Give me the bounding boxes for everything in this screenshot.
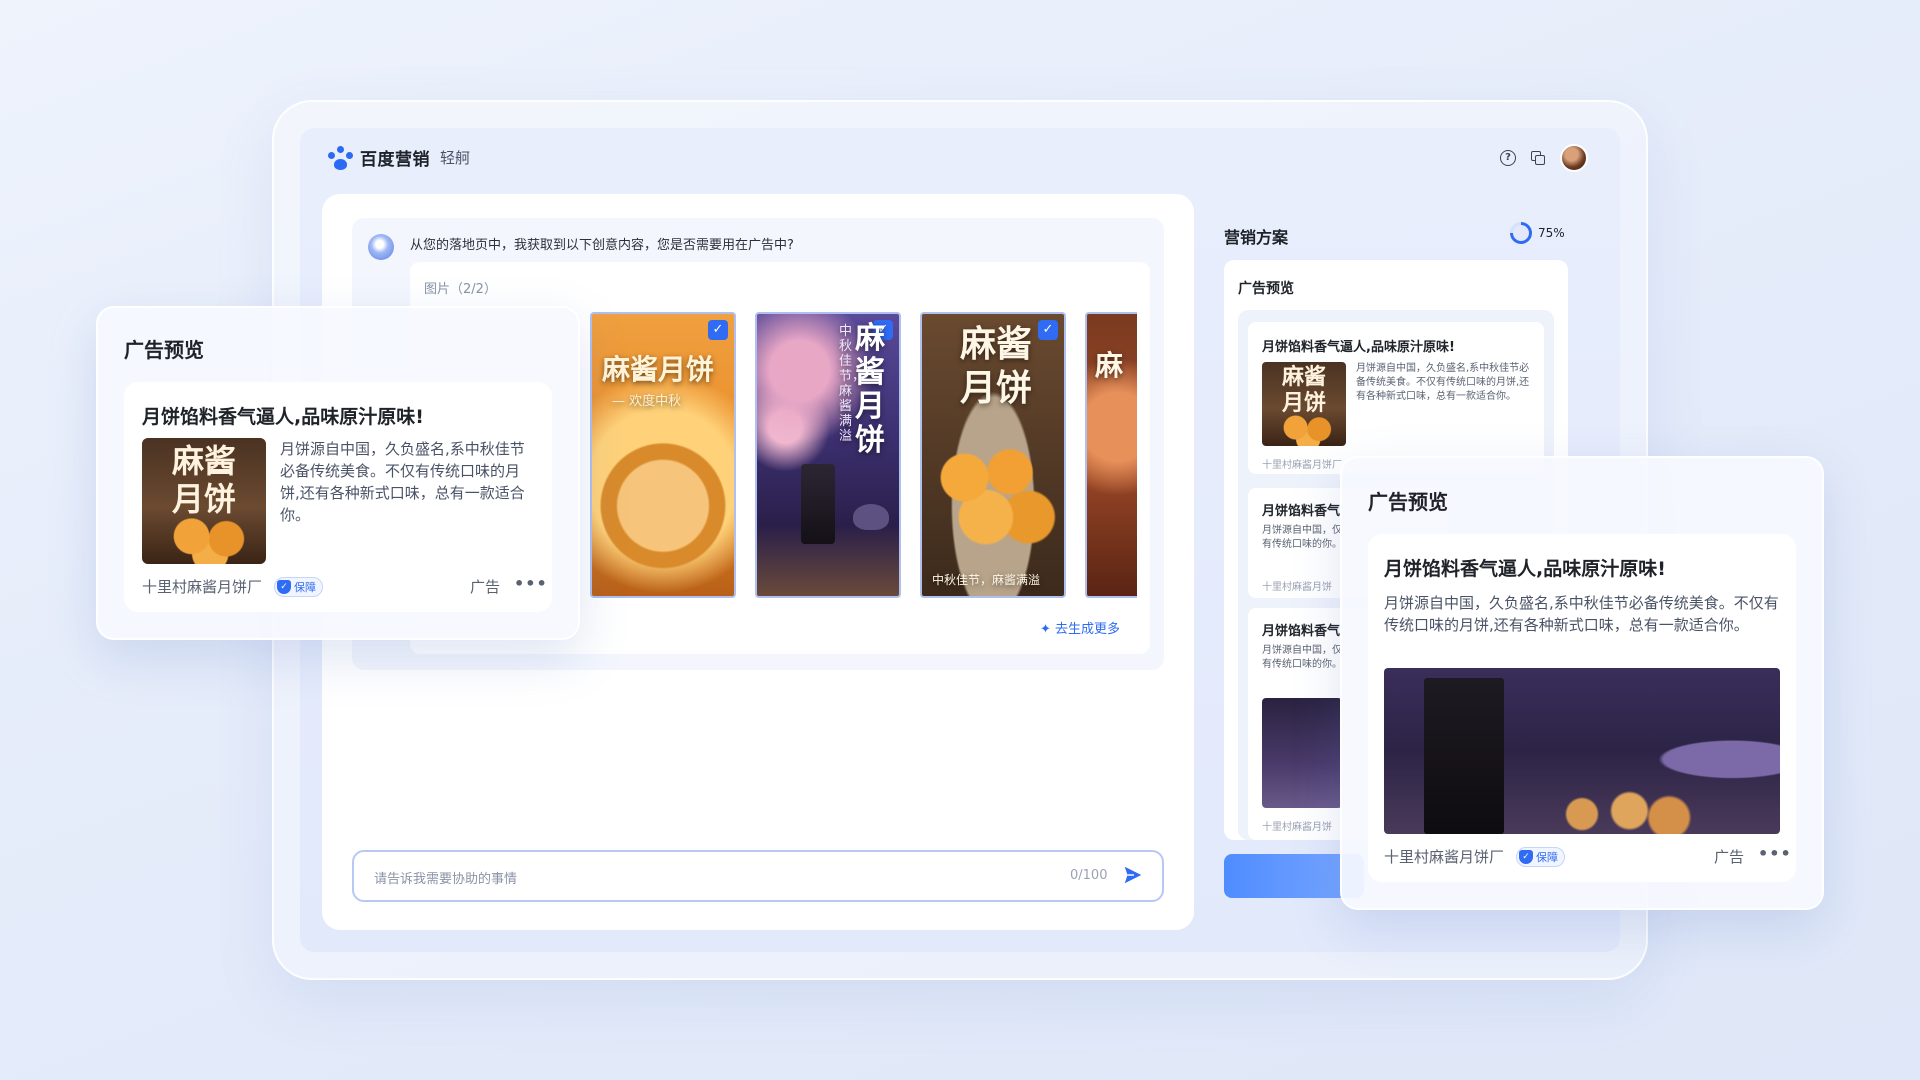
- poster-title: 麻酱月饼: [959, 323, 1032, 409]
- bot-message-text: 从您的落地页中，我获取到以下创意内容，您是否需要用在广告中?: [410, 238, 794, 253]
- poster-item[interactable]: ✓ 麻酱月饼 — 欢度中秋: [590, 312, 736, 598]
- poster-item[interactable]: ✓ 麻酱月饼 中秋佳节，麻酱满溢: [920, 312, 1066, 598]
- mini-ad-text: 月饼源自中国，仅有传统口味的你。: [1262, 645, 1342, 670]
- teapot-shape: [853, 504, 889, 530]
- ad-description: 月饼源自中国，久负盛名,系中秋佳节必备传统美食。不仅有传统口味的月饼,还有各种新…: [280, 440, 525, 524]
- poster-title: 麻: [1095, 349, 1124, 382]
- shield-check-icon: ✓: [277, 579, 292, 594]
- mini-ad-text: 月饼源自中国，久负盛名,系中秋佳节必备传统美食。不仅有传统口味的月饼,还有各种新…: [1356, 363, 1530, 402]
- progress-ring-icon: [1510, 222, 1532, 244]
- product-name: 轻舸: [440, 149, 471, 167]
- mini-ad-title: 月饼馅料香气: [1262, 624, 1341, 639]
- user-avatar[interactable]: [1560, 144, 1588, 172]
- brand-name: 百度营销: [360, 150, 430, 170]
- copy-icon[interactable]: [1530, 150, 1546, 166]
- more-options-icon[interactable]: •••: [514, 574, 548, 593]
- poster-side-text: 中秋佳节，麻酱满溢: [839, 324, 866, 444]
- ad-thumbnail: 麻酱 月饼: [142, 438, 266, 564]
- bot-avatar: [368, 234, 394, 260]
- sparkle-icon: ✦: [1040, 622, 1056, 637]
- image-count-label: 图片（2/2）: [424, 282, 497, 297]
- guarantee-badge: ✓ 保障: [274, 576, 324, 597]
- poster-item[interactable]: 麻: [1085, 312, 1137, 598]
- chat-input-placeholder: 请告诉我需要协助的事情: [374, 872, 518, 887]
- marketing-plan-title: 营销方案: [1224, 228, 1289, 247]
- ad-meta: 十里村麻酱月饼厂 ✓ 保障: [1384, 846, 1566, 867]
- advertiser-name: 十里村麻酱月饼厂: [1384, 848, 1505, 866]
- mini-ad-source: 十里村麻酱月饼: [1262, 582, 1332, 593]
- header-actions: ?: [1500, 144, 1588, 172]
- checkbox-checked-icon[interactable]: ✓: [708, 320, 728, 340]
- poster-title: 麻酱月饼: [855, 321, 885, 458]
- brand-logo[interactable]: 百度营销 轻舸: [328, 145, 470, 170]
- mini-ad-title: 月饼馅料香气逼人,品味原汁原味!: [1262, 340, 1455, 355]
- ad-title: 月饼馅料香气逼人,品味原汁原味!: [142, 406, 424, 428]
- poster-subtitle: — 欢度中秋: [612, 394, 682, 409]
- more-options-icon[interactable]: •••: [1758, 844, 1792, 863]
- shield-check-icon: ✓: [1519, 849, 1534, 864]
- floating-preview-title: 广告预览: [1368, 490, 1448, 514]
- mini-ad-image: [1262, 698, 1342, 808]
- mini-ad-text: 月饼源自中国，仅有传统口味的你。: [1262, 525, 1342, 550]
- help-circle-icon[interactable]: ?: [1500, 150, 1516, 166]
- ad-image: [1384, 668, 1780, 834]
- floating-preview-title: 广告预览: [124, 338, 204, 362]
- mini-ad-source: 十里村麻酱月饼: [1262, 822, 1332, 833]
- ad-label: 广告: [470, 578, 501, 596]
- lantern-shape: [1424, 678, 1504, 834]
- advertiser-name: 十里村麻酱月饼厂: [142, 578, 263, 596]
- ad-preview-heading: 广告预览: [1238, 281, 1294, 297]
- char-counter: 0/100: [1070, 868, 1108, 883]
- ad-title: 月饼馅料香气逼人,品味原汁原味!: [1384, 558, 1666, 580]
- mini-ad-title: 月饼馅料香气: [1262, 504, 1341, 519]
- brand-logo-icon: [328, 145, 354, 170]
- poster-footer: 中秋佳节，麻酱满溢: [932, 573, 1041, 587]
- poster-title: 麻酱月饼: [602, 353, 715, 386]
- send-icon[interactable]: [1122, 864, 1144, 886]
- guarantee-badge: ✓ 保障: [1516, 846, 1566, 867]
- generate-more-label: 去生成更多: [1055, 622, 1121, 637]
- ad-label: 广告: [1714, 848, 1745, 866]
- progress-indicator: 75%: [1510, 222, 1565, 244]
- progress-value: 75%: [1538, 226, 1565, 240]
- ad-meta: 十里村麻酱月饼厂 ✓ 保障: [142, 576, 324, 597]
- poster-item[interactable]: ✓ 麻酱月饼 中秋佳节，麻酱满溢: [755, 312, 901, 598]
- ad-description: 月饼源自中国，久负盛名,系中秋佳节必备传统美食。不仅有传统口味的月饼,还有各种新…: [1384, 594, 1779, 634]
- lantern-shape: [801, 464, 835, 544]
- generate-more-link[interactable]: ✦ 去生成更多: [1040, 618, 1120, 637]
- mini-ad-source: 十里村麻酱月饼厂: [1262, 460, 1342, 471]
- mini-ad-thumbnail: 麻酱 月饼: [1262, 362, 1346, 446]
